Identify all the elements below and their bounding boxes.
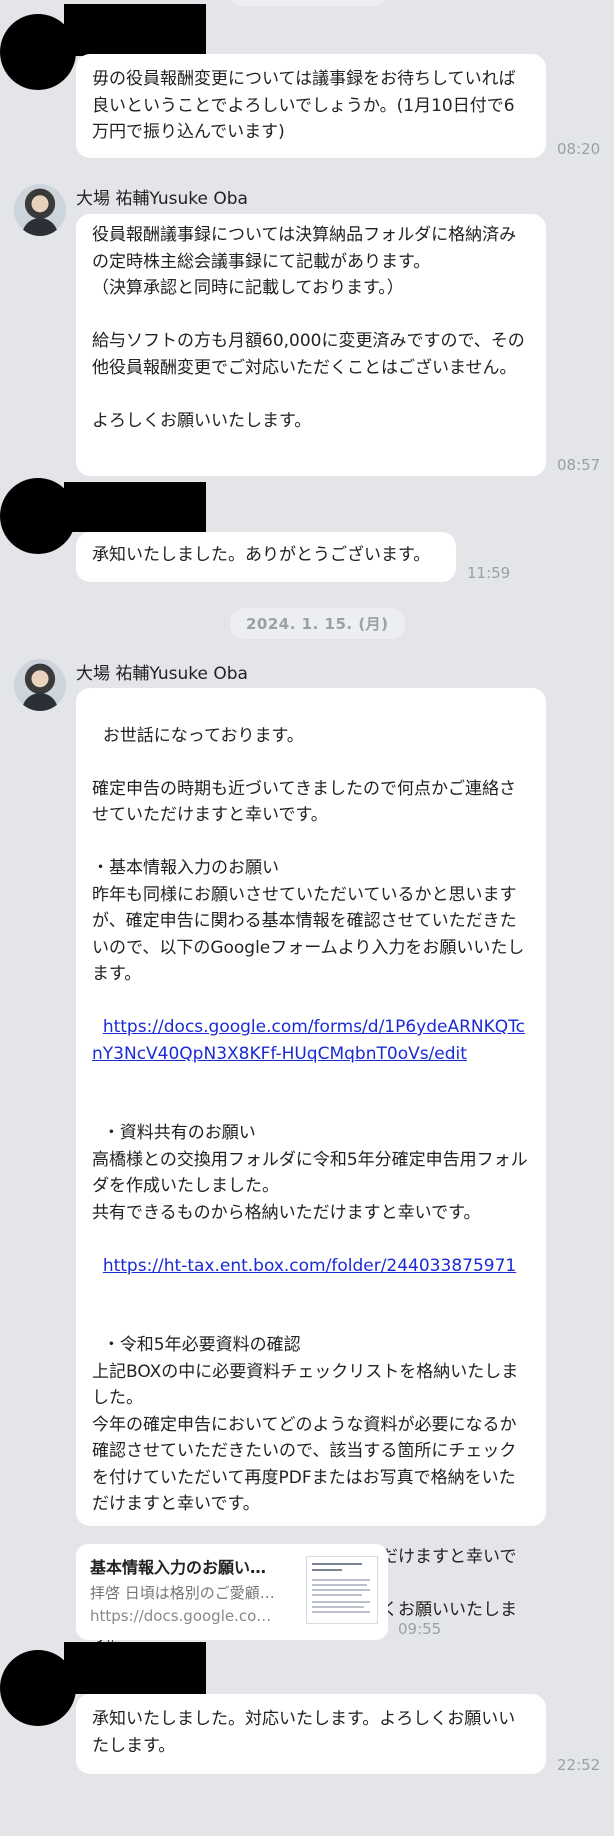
avatar[interactable]	[14, 184, 66, 236]
message-bubble: お世話になっております。 確定申告の時期も近づいてきましたので何点かご連絡させて…	[76, 688, 546, 1647]
redacted-sender-name	[64, 1642, 206, 1694]
message-time: 09:55	[398, 1620, 442, 1638]
redacted-sender-name	[64, 482, 206, 532]
message-time: 11:59	[467, 564, 511, 582]
link-preview-thumbnail	[306, 1556, 378, 1624]
message-bubble: 承知いたしました。ありがとうございます。	[76, 532, 456, 582]
message-bubble: 役員報酬議事録については決算納品フォルダに格納済みの定時株主総会議事録にて記載が…	[76, 214, 546, 476]
message-text: お世話になっております。 確定申告の時期も近づいてきましたので何点かご連絡させて…	[92, 725, 525, 985]
message-time: 22:52	[557, 1756, 601, 1774]
message-time: 08:20	[557, 140, 601, 158]
message-text: ・資料共有のお願い 高橋様との交換用フォルダに令和5年分確定申告用フォルダを作成…	[92, 1123, 528, 1223]
link-preview-url: https://docs.google.co…	[90, 1607, 272, 1625]
link-preview-description: 拝啓 日頃は格別のご愛顧…	[90, 1584, 275, 1602]
avatar[interactable]	[14, 659, 66, 711]
message-bubble: 毋の役員報酬変更については議事録をお待ちしていれば良いということでよろしいでしょ…	[76, 54, 546, 158]
date-divider: 2024. 1. 15. (月)	[230, 608, 405, 639]
link-preview-card[interactable]: 基本情報入力のお願い… 拝啓 日頃は格別のご愛顧… https://docs.g…	[76, 1544, 388, 1640]
link-preview-title: 基本情報入力のお願い…	[90, 1558, 267, 1577]
sender-name: 大場 祐輔Yusuke Oba	[76, 189, 248, 209]
sender-name: 大場 祐輔Yusuke Oba	[76, 664, 248, 684]
redacted-sender-name	[64, 4, 206, 56]
message-bubble: 承知いたしました。対応いたします。よろしくお願いいたします。	[76, 1694, 546, 1774]
box-folder-link[interactable]: https://ht-tax.ent.box.com/folder/244033…	[103, 1256, 516, 1276]
google-form-link[interactable]: https://docs.google.com/forms/d/1P6ydeAR…	[92, 1017, 525, 1064]
message-time: 08:57	[557, 456, 601, 474]
top-date-pill-partial	[230, 0, 386, 6]
